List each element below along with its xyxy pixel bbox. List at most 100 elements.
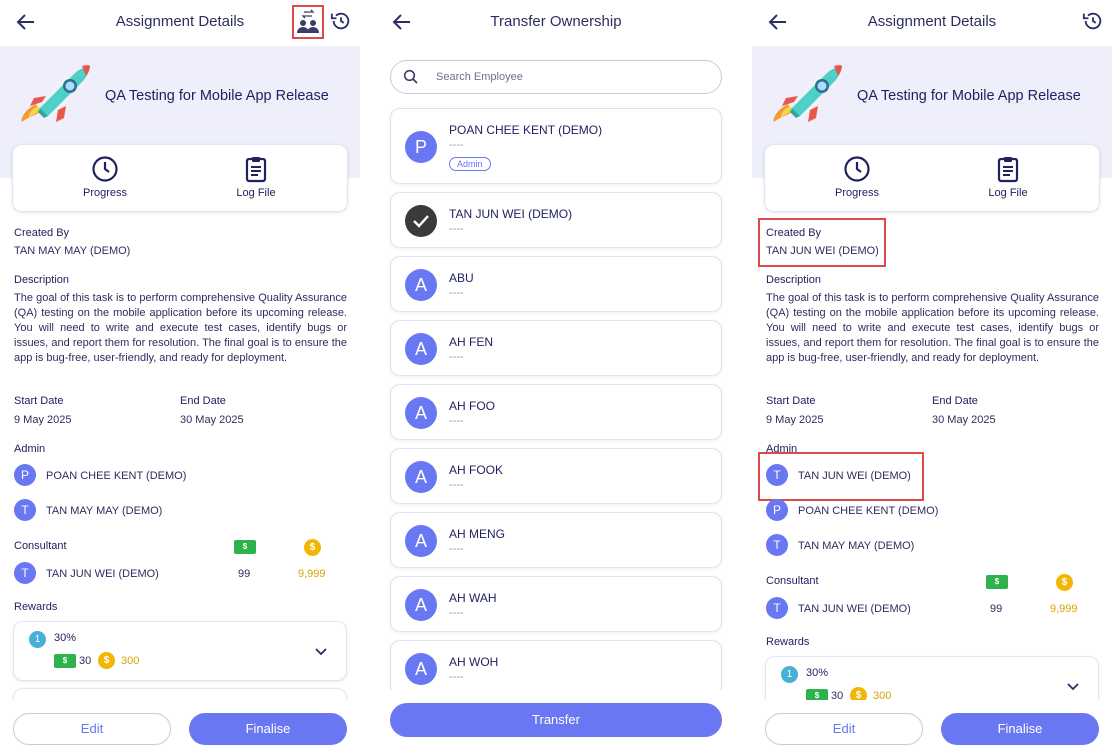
employee-list-item[interactable]: A AH FOOK ----	[390, 448, 722, 504]
top-app-bar: Assignment Details	[752, 0, 1112, 44]
log-file-label: Log File	[236, 187, 276, 199]
progress-button[interactable]: Progress	[807, 155, 907, 199]
employee-list-item[interactable]: A AH MENG ----	[390, 512, 722, 568]
progress-label: Progress	[834, 187, 880, 199]
cash-icon: $	[986, 575, 1008, 589]
reward-cash: 30	[79, 655, 92, 667]
history-icon[interactable]	[1082, 10, 1104, 32]
avatar: T	[14, 562, 36, 584]
avatar: A	[405, 589, 437, 621]
avatar: T	[766, 464, 788, 486]
reward-card[interactable]: 1 30% $ 30 $ 300	[13, 621, 347, 681]
employee-name: AH MENG	[449, 527, 506, 541]
chevron-down-icon[interactable]	[314, 644, 328, 658]
reward-coins: 300	[121, 655, 140, 667]
employee-list-item-selected[interactable]: TAN JUN WEI (DEMO) ----	[390, 192, 722, 248]
admin-name: TAN JUN WEI (DEMO)	[798, 470, 911, 482]
employee-list-item[interactable]: A AH FEN ----	[390, 320, 722, 376]
consultant-cash: 99	[990, 603, 1003, 615]
rewards-label: Rewards	[766, 636, 810, 648]
consultant-coins: 9,999	[1050, 603, 1078, 615]
employee-list-item[interactable]: P POAN CHEE KENT (DEMO) ---- Admin	[390, 108, 722, 184]
history-icon[interactable]	[330, 10, 352, 32]
coin-icon: $	[304, 539, 321, 556]
employee-subtitle: ----	[449, 607, 464, 619]
search-field[interactable]: Search Employee	[390, 60, 722, 94]
admin-name: TAN MAY MAY (DEMO)	[798, 540, 915, 552]
log-file-button[interactable]: Log File	[206, 155, 306, 199]
avatar: T	[766, 534, 788, 556]
coin-icon: $	[1056, 574, 1073, 591]
admin-label: Admin	[14, 443, 46, 455]
page-title: Assignment Details	[867, 13, 997, 30]
description-text: The goal of this task is to perform comp…	[766, 292, 1099, 364]
employee-list-item[interactable]: A AH WOH ----	[390, 640, 722, 696]
assignment-details-panel-before: Assignment Details QA Testing for Mobile…	[0, 0, 360, 754]
employee-name: ABU	[449, 271, 474, 285]
edit-button[interactable]: Edit	[765, 713, 923, 745]
transfer-ownership-button[interactable]	[292, 5, 324, 39]
page-title: Transfer Ownership	[490, 13, 622, 30]
reward-rank: 1	[29, 631, 46, 648]
employee-name: AH WAH	[449, 591, 497, 605]
description-label: Description	[766, 274, 822, 286]
admin-name: POAN CHEE KENT (DEMO)	[798, 505, 939, 517]
transfer-ownership-panel: Transfer Ownership Search Employee P POA…	[376, 0, 736, 754]
bottom-actions: Edit Finalise	[0, 700, 360, 754]
assignment-details-panel-after: Assignment Details QA Testing for Mobile…	[752, 0, 1112, 754]
employee-name: AH FOO	[449, 399, 496, 413]
consultant-name: TAN JUN WEI (DEMO)	[798, 603, 911, 615]
avatar: T	[14, 499, 36, 521]
finalise-button[interactable]: Finalise	[189, 713, 347, 745]
finalise-button[interactable]: Finalise	[941, 713, 1099, 745]
clock-icon	[92, 156, 118, 182]
created-by-value: TAN JUN WEI (DEMO)	[766, 245, 879, 257]
top-app-bar: Assignment Details	[0, 0, 360, 44]
consultant-label: Consultant	[766, 575, 819, 587]
clipboard-icon	[245, 157, 267, 183]
employee-subtitle: ----	[449, 543, 464, 555]
chevron-down-icon[interactable]	[1066, 679, 1080, 693]
highlight-created-by	[758, 218, 886, 267]
edit-button[interactable]: Edit	[13, 713, 171, 745]
search-icon	[403, 69, 418, 84]
avatar: A	[405, 333, 437, 365]
avatar: A	[405, 397, 437, 429]
coin-icon: $	[98, 652, 115, 669]
employee-list-item[interactable]: A AH WAH ----	[390, 576, 722, 632]
avatar: P	[405, 131, 437, 163]
cash-icon: $	[234, 540, 256, 554]
avatar: A	[405, 461, 437, 493]
progress-button[interactable]: Progress	[55, 155, 155, 199]
consultant-coins: 9,999	[298, 568, 326, 580]
employee-subtitle: ----	[449, 351, 464, 363]
top-app-bar: Transfer Ownership	[376, 0, 736, 44]
created-by-label: Created By	[766, 227, 822, 239]
description-label: Description	[14, 274, 70, 286]
rewards-label: Rewards	[14, 601, 58, 613]
cash-icon: $	[54, 654, 76, 668]
task-title: QA Testing for Mobile App Release	[105, 88, 329, 104]
reward-percent: 30%	[806, 667, 829, 679]
end-date-value: 30 May 2025	[180, 414, 244, 426]
end-date-label: End Date	[932, 395, 978, 407]
employee-name: AH FEN	[449, 335, 494, 349]
consultant-cash: 99	[238, 568, 251, 580]
end-date-label: End Date	[180, 395, 226, 407]
avatar: P	[766, 499, 788, 521]
employee-subtitle: ----	[449, 223, 464, 235]
employee-subtitle: ----	[449, 139, 464, 151]
start-date-label: Start Date	[766, 395, 816, 407]
admin-name: POAN CHEE KENT (DEMO)	[46, 470, 187, 482]
clock-icon	[844, 156, 870, 182]
employee-subtitle: ----	[449, 415, 464, 427]
check-icon	[405, 205, 437, 237]
employee-list-item[interactable]: A AH FOO ----	[390, 384, 722, 440]
employee-subtitle: ----	[449, 287, 464, 299]
avatar: T	[766, 597, 788, 619]
employee-name: AH WOH	[449, 655, 499, 669]
employee-list-item[interactable]: A ABU ----	[390, 256, 722, 312]
log-file-button[interactable]: Log File	[958, 155, 1058, 199]
log-file-label: Log File	[988, 187, 1028, 199]
transfer-button[interactable]: Transfer	[390, 703, 722, 737]
